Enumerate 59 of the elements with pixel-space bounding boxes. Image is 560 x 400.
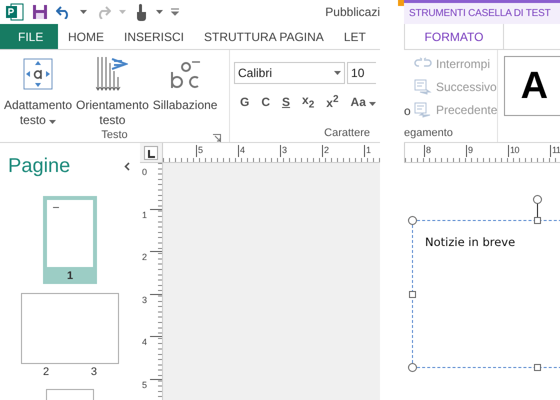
page-thumbnail[interactable]: 1 (43, 196, 97, 284)
format-button[interactable]: Aa (350, 94, 376, 109)
pane-title: Pagine (8, 155, 70, 178)
font-name-field[interactable]: Calibri (234, 62, 346, 84)
rotate-handle[interactable] (533, 195, 542, 204)
format-button[interactable]: G (240, 94, 250, 109)
save-icon[interactable] (32, 4, 48, 20)
context-tab-group-label: STRUMENTI CASELLA DI TEST (409, 8, 551, 19)
collapse-icon[interactable] (124, 162, 130, 171)
tab-selector-button[interactable] (144, 146, 158, 160)
horizontal-ruler: 5 4 3 2 1 (163, 143, 380, 163)
page-number: 2 (43, 366, 50, 378)
group-label: egamento (404, 127, 453, 139)
group-label: Carattere (324, 127, 370, 139)
resize-handle[interactable] (534, 364, 541, 371)
caret-icon (80, 10, 87, 14)
previous-link-icon (414, 102, 432, 118)
text-direction-icon (96, 57, 128, 91)
text-fit-button[interactable]: Adattamento testo (4, 54, 72, 128)
file-tab[interactable]: FILE (0, 24, 58, 49)
text-fit-icon (23, 58, 54, 90)
resize-handle[interactable] (534, 217, 541, 224)
format-button[interactable]: C (261, 94, 270, 109)
ribbon-tab[interactable]: HOME (58, 24, 114, 49)
caret-icon (334, 71, 342, 75)
caret-icon (119, 10, 126, 14)
style-preview[interactable]: A (504, 56, 560, 116)
font-size-field[interactable]: 10 (347, 62, 376, 84)
text-line-icon (53, 207, 59, 209)
next-link-icon (414, 79, 432, 95)
caret-icon (156, 10, 163, 14)
format-button[interactable]: S (282, 94, 290, 109)
text-direction-button[interactable]: Orientamento testo (76, 54, 149, 128)
vertical-ruler: 0 1 2 3 4 5 (140, 163, 163, 400)
page-number: 3 (90, 366, 97, 378)
button-label: o (404, 104, 411, 118)
format-button[interactable]: x$^{2}$ (326, 94, 339, 110)
app-logo-icon (6, 3, 24, 21)
ribbon-tab[interactable]: LET (334, 24, 376, 49)
window-title: Pubblicazi (325, 5, 380, 19)
group-label: Testo (101, 129, 128, 141)
tab-stop-icon (147, 150, 155, 158)
resize-handle[interactable] (408, 216, 417, 225)
caret-icon (369, 102, 376, 106)
resize-handle[interactable] (408, 363, 417, 372)
text-box-content: Notizie in breve (425, 235, 516, 249)
hyphenation-button[interactable]: Sillabazione (152, 54, 218, 128)
ribbon-tab[interactable]: FORMATO (404, 24, 504, 49)
caret-icon (49, 120, 56, 124)
resize-handle[interactable] (409, 291, 416, 298)
ribbon-tab[interactable]: STRUTTURA PAGINA (194, 24, 334, 49)
page-number: 1 (66, 270, 74, 282)
format-button[interactable]: x$_{2}$ (302, 93, 314, 110)
context-marker (398, 0, 404, 6)
dialog-launcher-icon[interactable] (213, 134, 221, 142)
horizontal-ruler: 8 9 10 11 (404, 143, 560, 163)
touch-icon[interactable] (134, 3, 148, 21)
customize-icon[interactable] (171, 8, 179, 16)
ribbon-tab[interactable]: INSERISCI (114, 24, 194, 49)
